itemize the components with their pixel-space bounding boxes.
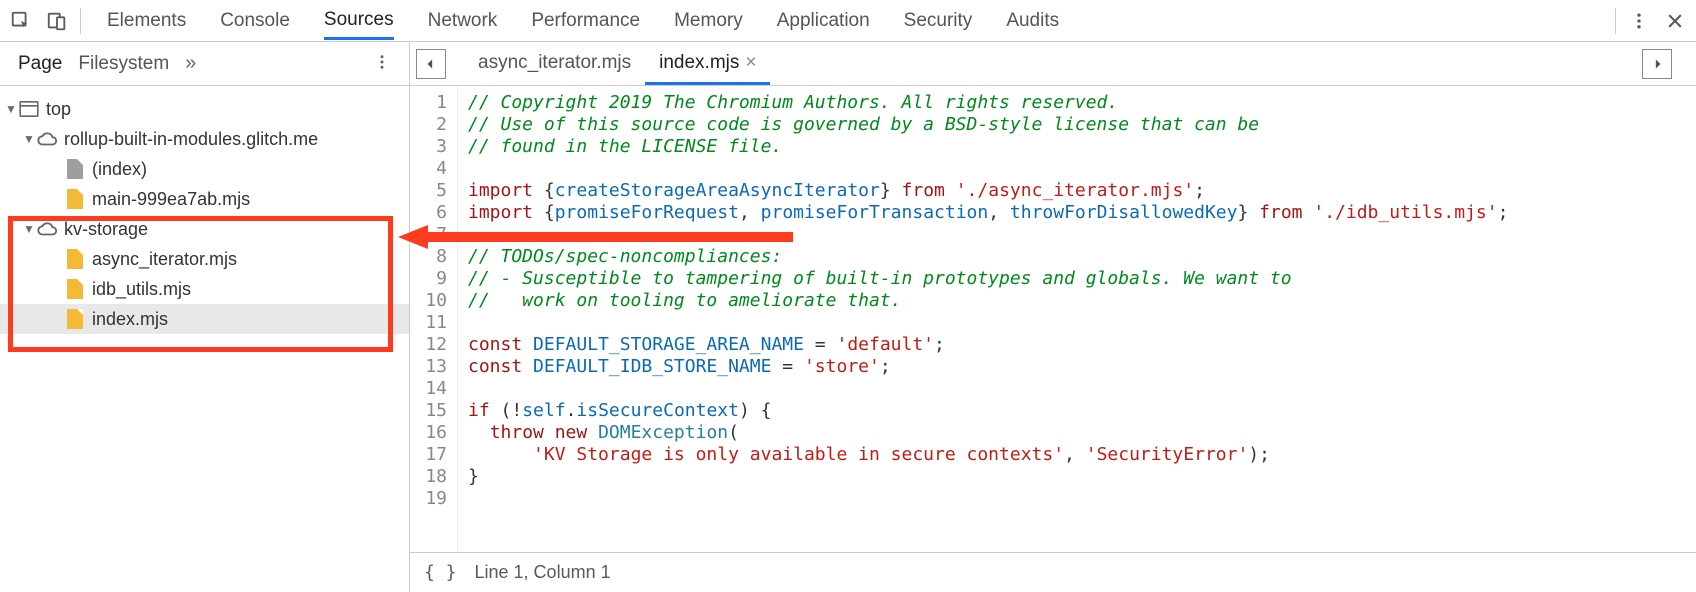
toolbar-tab-network[interactable]: Network bbox=[428, 2, 498, 40]
expand-arrow-icon: ▼ bbox=[22, 222, 36, 236]
cloud-icon bbox=[36, 218, 58, 240]
inspect-element-icon[interactable] bbox=[8, 8, 34, 34]
file-icon bbox=[64, 308, 86, 330]
code-editor[interactable]: // Copyright 2019 The Chromium Authors. … bbox=[458, 86, 1696, 552]
code-line: const DEFAULT_IDB_STORE_NAME = 'store'; bbox=[468, 356, 1696, 378]
toggle-navigator-icon[interactable] bbox=[416, 49, 446, 79]
file-icon bbox=[64, 158, 86, 180]
sidebar-tab-page[interactable]: Page bbox=[10, 43, 70, 85]
toolbar-tab-console[interactable]: Console bbox=[220, 2, 290, 40]
file-icon bbox=[64, 188, 86, 210]
expand-arrow-icon: ▼ bbox=[22, 132, 36, 146]
separator bbox=[80, 8, 81, 34]
tree-label: rollup-built-in-modules.glitch.me bbox=[64, 129, 318, 150]
tree-file[interactable]: (index) bbox=[0, 154, 409, 184]
pretty-print-icon[interactable]: { } bbox=[424, 562, 457, 583]
code-line: const DEFAULT_STORAGE_AREA_NAME = 'defau… bbox=[468, 334, 1696, 356]
code-line: throw new DOMException( bbox=[468, 422, 1696, 444]
code-line: // found in the LICENSE file. bbox=[468, 136, 1696, 158]
tree-label: kv-storage bbox=[64, 219, 148, 240]
tree-label: idb_utils.mjs bbox=[92, 279, 191, 300]
toolbar-tab-audits[interactable]: Audits bbox=[1006, 2, 1059, 40]
tree-label: top bbox=[46, 99, 71, 120]
tree-file[interactable]: async_iterator.mjs bbox=[0, 244, 409, 274]
line-number-gutter: 12345678910111213141516171819 bbox=[410, 86, 458, 552]
file-tree: ▼ top ▼ rollup-built-in-modules.glitch.m… bbox=[0, 86, 409, 592]
code-line: // TODOs/spec-noncompliances: bbox=[468, 246, 1696, 268]
toolbar-tab-sources[interactable]: Sources bbox=[324, 1, 394, 40]
frame-icon bbox=[18, 98, 40, 120]
close-devtools-icon[interactable] bbox=[1662, 8, 1688, 34]
device-toggle-icon[interactable] bbox=[44, 8, 70, 34]
tree-file-selected[interactable]: index.mjs bbox=[0, 304, 409, 334]
devtools-toolbar: Elements Console Sources Network Performance… bbox=[0, 0, 1696, 42]
editor-tab[interactable]: index.mjs× bbox=[645, 42, 770, 85]
kebab-menu-icon[interactable] bbox=[1626, 8, 1652, 34]
code-line bbox=[468, 158, 1696, 180]
code-line: // - Susceptible to tampering of built-i… bbox=[468, 268, 1696, 290]
navigator-sidebar: Page Filesystem » ▼ top ▼ rollup-buil bbox=[0, 42, 410, 592]
sidebar-kebab-icon[interactable] bbox=[365, 51, 399, 77]
tree-file[interactable]: main-999ea7ab.mjs bbox=[0, 184, 409, 214]
editor-statusbar: { } Line 1, Column 1 bbox=[410, 552, 1696, 592]
toolbar-tab-elements[interactable]: Elements bbox=[107, 2, 186, 40]
code-line bbox=[468, 224, 1696, 246]
code-line bbox=[468, 312, 1696, 334]
code-line: // work on tooling to ameliorate that. bbox=[468, 290, 1696, 312]
editor-pane: async_iterator.mjsindex.mjs× 12345678910… bbox=[410, 42, 1696, 592]
code-line: import {promiseForRequest, promiseForTra… bbox=[468, 202, 1696, 224]
tree-file[interactable]: idb_utils.mjs bbox=[0, 274, 409, 304]
code-line: if (!self.isSecureContext) { bbox=[468, 400, 1696, 422]
code-line: import {createStorageAreaAsyncIterator} … bbox=[468, 180, 1696, 202]
tree-label: index.mjs bbox=[92, 309, 168, 330]
expand-arrow-icon: ▼ bbox=[4, 102, 18, 116]
tree-label: async_iterator.mjs bbox=[92, 249, 237, 270]
sidebar-tab-filesystem[interactable]: Filesystem bbox=[70, 43, 177, 85]
toolbar-tab-application[interactable]: Application bbox=[777, 2, 870, 40]
tree-label: (index) bbox=[92, 159, 147, 180]
editor-tab[interactable]: async_iterator.mjs bbox=[464, 42, 645, 85]
toolbar-tab-security[interactable]: Security bbox=[904, 2, 973, 40]
cursor-position: Line 1, Column 1 bbox=[475, 562, 611, 583]
tree-module-group[interactable]: ▼ kv-storage bbox=[0, 214, 409, 244]
tree-label: main-999ea7ab.mjs bbox=[92, 189, 250, 210]
sidebar-more-tabs-icon[interactable]: » bbox=[185, 52, 196, 75]
tree-domain[interactable]: ▼ rollup-built-in-modules.glitch.me bbox=[0, 124, 409, 154]
tree-top-frame[interactable]: ▼ top bbox=[0, 94, 409, 124]
code-line: // Copyright 2019 The Chromium Authors. … bbox=[468, 92, 1696, 114]
code-line bbox=[468, 488, 1696, 510]
cloud-icon bbox=[36, 128, 58, 150]
file-icon bbox=[64, 278, 86, 300]
code-line: 'KV Storage is only available in secure … bbox=[468, 444, 1696, 466]
toggle-debugger-icon[interactable] bbox=[1642, 49, 1672, 79]
file-icon bbox=[64, 248, 86, 270]
code-line: } bbox=[468, 466, 1696, 488]
separator bbox=[1615, 8, 1616, 34]
close-tab-icon[interactable]: × bbox=[745, 52, 756, 73]
toolbar-tab-memory[interactable]: Memory bbox=[674, 2, 743, 40]
toolbar-tab-performance[interactable]: Performance bbox=[531, 2, 640, 40]
code-line bbox=[468, 378, 1696, 400]
code-line: // Use of this source code is governed b… bbox=[468, 114, 1696, 136]
